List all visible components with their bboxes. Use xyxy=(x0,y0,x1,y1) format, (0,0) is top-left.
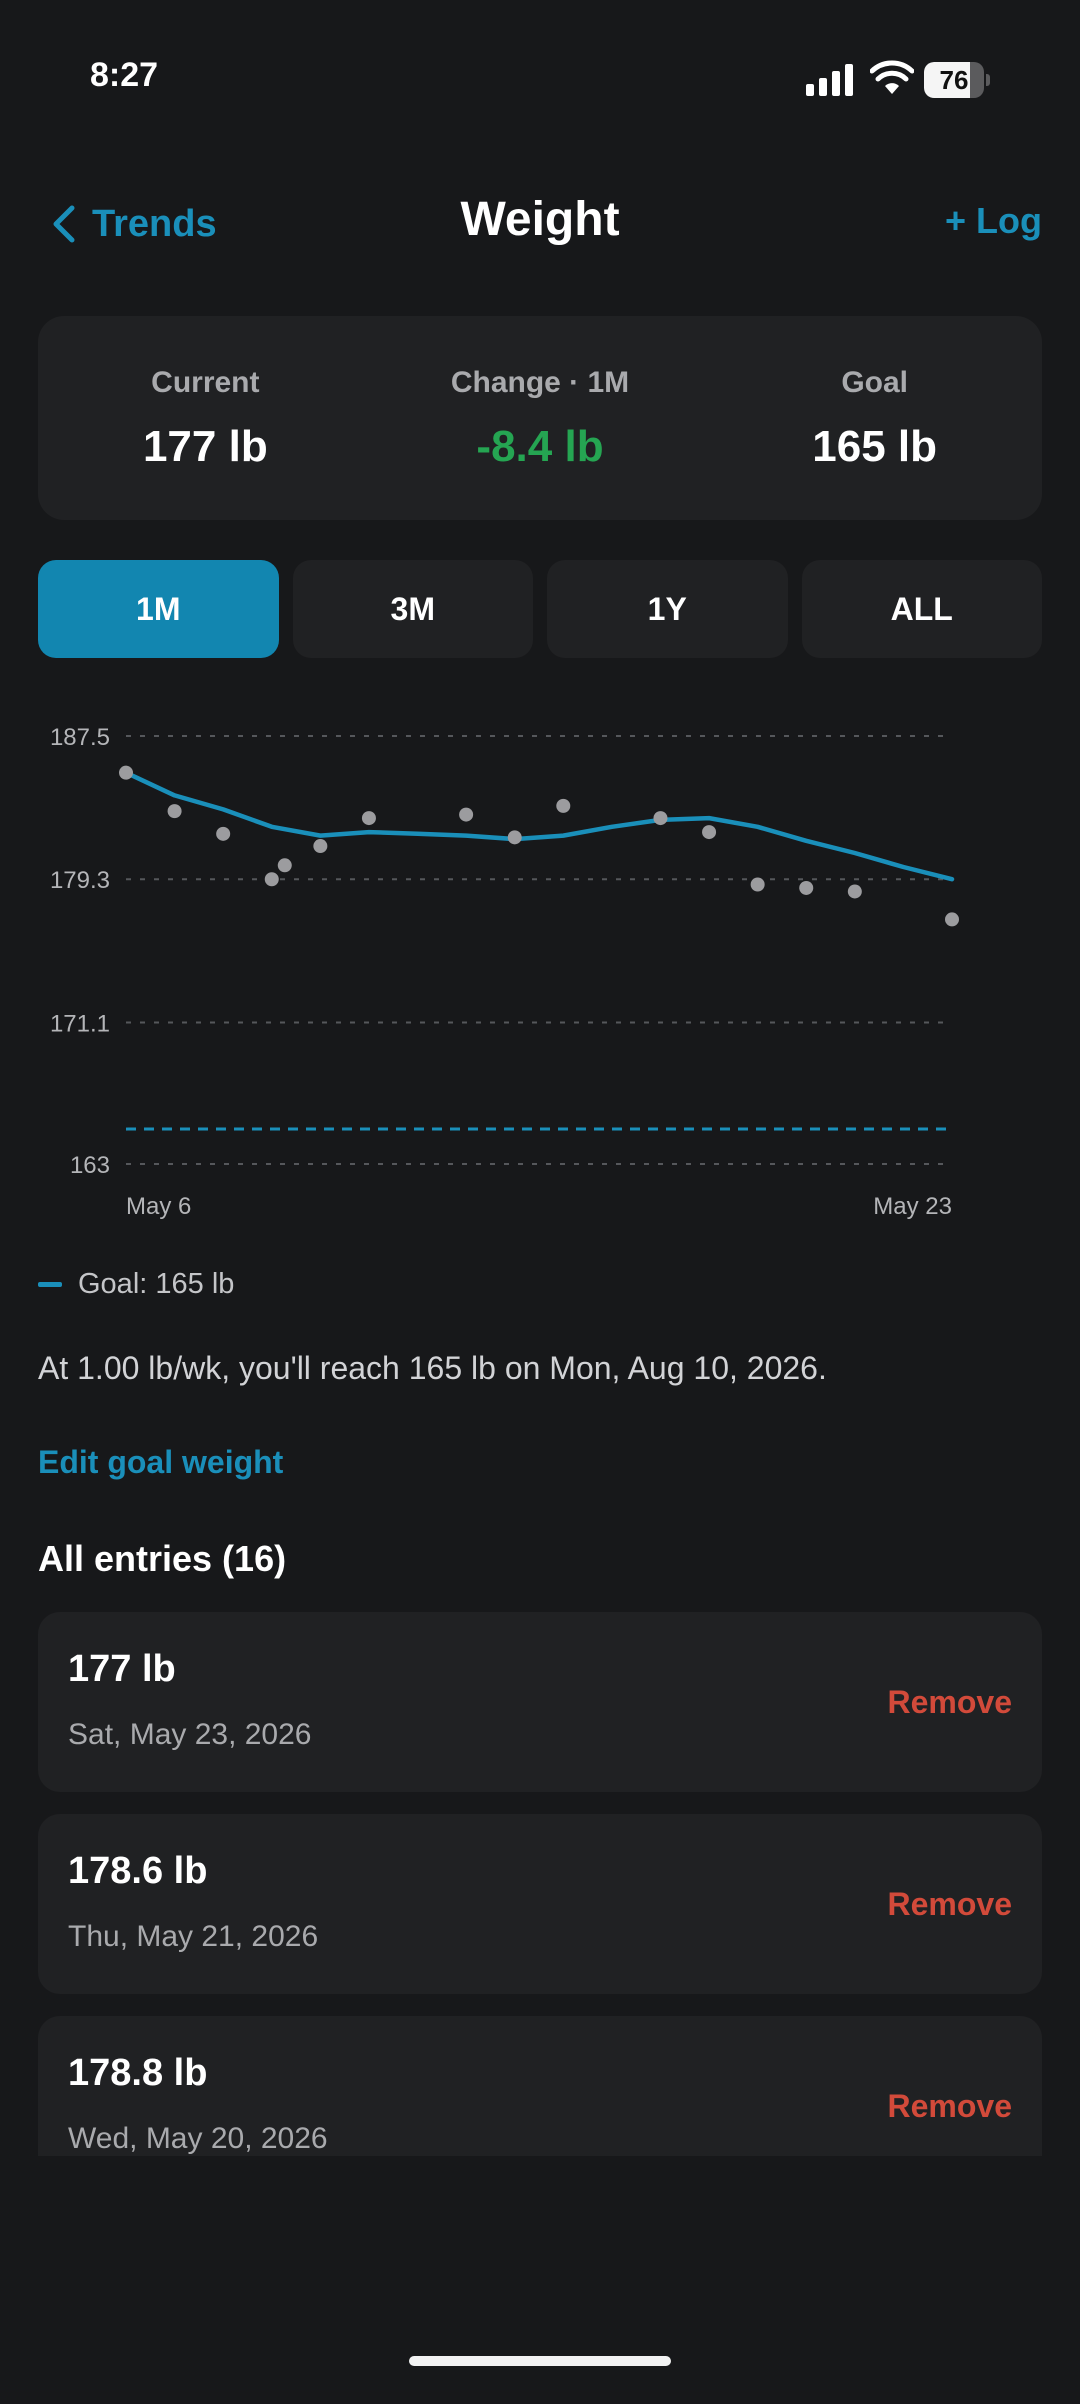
status-time: 8:27 xyxy=(90,56,159,94)
x-tick-label: May 23 xyxy=(873,1193,952,1220)
entry-row: 177 lb Sat, May 23, 2026 Remove xyxy=(38,1612,1042,1792)
trend-line xyxy=(123,770,955,882)
battery-level: 76 xyxy=(939,65,969,95)
chart-legend: Goal: 165 lb xyxy=(38,1262,234,1306)
weight-chart-svg: 187.5 179.3 171.1 163 May 6 May 23 xyxy=(50,724,959,1220)
remove-entry-button[interactable]: Remove xyxy=(888,1684,1013,1721)
wifi-icon xyxy=(870,60,914,94)
entry-date: Thu, May 21, 2026 xyxy=(68,1920,319,1953)
entries-list: 177 lb Sat, May 23, 2026 Remove 178.6 lb… xyxy=(38,1612,1042,2156)
weight-point xyxy=(459,807,474,822)
weight-point xyxy=(799,880,814,895)
goal-legend-swatch xyxy=(38,1281,62,1287)
entry-weight: 178.8 lb xyxy=(68,2052,208,2094)
weight-point xyxy=(653,811,668,826)
entry-row: 178.8 lb Wed, May 20, 2026 Remove xyxy=(38,2016,1042,2156)
entry-weight: 177 lb xyxy=(68,1648,176,1690)
weight-point xyxy=(702,825,717,840)
weight-point xyxy=(556,798,571,813)
cellular-signal-icon xyxy=(806,64,853,96)
weight-point xyxy=(119,765,133,780)
goal-value: 165 lb xyxy=(812,422,938,471)
entries-heading: All entries (16) xyxy=(38,1538,287,1579)
range-tab-1y[interactable]: 1Y xyxy=(547,560,788,658)
summary-card: Current 177 lb Change · 1M -8.4 lb Goal … xyxy=(38,316,1042,520)
battery-icon: 76 xyxy=(924,62,990,98)
back-button[interactable]: Trends xyxy=(50,196,217,252)
change-label: Change · 1M xyxy=(450,366,630,399)
goal-label: Goal xyxy=(841,366,909,399)
range-selector: 1M 3M 1Y ALL xyxy=(38,560,1042,658)
change-value: -8.4 lb xyxy=(476,422,604,471)
weight-point xyxy=(361,811,376,826)
y-tick-label: 163 xyxy=(70,1152,110,1179)
current-value: 177 lb xyxy=(142,422,268,471)
weight-point xyxy=(750,877,765,892)
range-tab-1m[interactable]: 1M xyxy=(38,560,279,658)
x-tick-label: May 6 xyxy=(126,1193,191,1220)
goal-legend-label: Goal: 165 lb xyxy=(78,1267,235,1300)
remove-entry-button[interactable]: Remove xyxy=(888,1886,1013,1923)
range-tab-all[interactable]: ALL xyxy=(801,560,1042,658)
y-tick-label: 179.3 xyxy=(50,867,110,894)
weight-point xyxy=(313,839,328,854)
current-label: Current xyxy=(151,366,260,399)
change-stat: Change · 1M -8.4 lb xyxy=(373,316,708,520)
entry-date: Wed, May 20, 2026 xyxy=(68,2122,328,2155)
current-stat: Current 177 lb xyxy=(38,316,373,520)
weight-point xyxy=(264,872,279,887)
home-indicator[interactable] xyxy=(409,2356,671,2366)
y-tick-label: 187.5 xyxy=(50,724,110,751)
range-tab-3m[interactable]: 3M xyxy=(292,560,533,658)
edit-goal-link[interactable]: Edit goal weight xyxy=(38,1444,283,1481)
back-button-label: Trends xyxy=(92,202,217,245)
weight-point xyxy=(167,804,182,819)
weight-point xyxy=(945,912,959,927)
page-title: Weight xyxy=(460,193,620,246)
weight-chart: 187.5 179.3 171.1 163 May 6 May 23 xyxy=(0,690,1080,1230)
weight-point xyxy=(507,830,522,845)
weight-point xyxy=(847,884,862,899)
entry-date: Sat, May 23, 2026 xyxy=(68,1718,312,1751)
entry-row: 178.6 lb Thu, May 21, 2026 Remove xyxy=(38,1814,1042,1994)
goal-stat: Goal 165 lb xyxy=(707,316,1042,520)
projection-text: At 1.00 lb/wk, you'll reach 165 lb on Mo… xyxy=(38,1350,827,1386)
weight-point xyxy=(277,858,292,873)
chevron-left-icon xyxy=(53,205,75,243)
weight-point xyxy=(216,826,231,841)
status-bar: 8:27 76 xyxy=(0,0,1080,160)
entry-weight: 178.6 lb xyxy=(68,1850,208,1892)
remove-entry-button[interactable]: Remove xyxy=(888,2088,1013,2125)
y-tick-label: 171.1 xyxy=(50,1010,110,1037)
log-button[interactable]: + Log xyxy=(945,200,1042,242)
